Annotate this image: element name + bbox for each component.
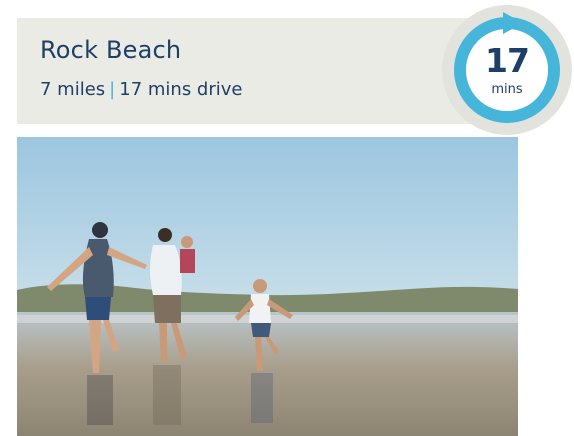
destination-title: Rock Beach	[40, 36, 182, 64]
beach-photo	[17, 137, 518, 436]
destination-subtitle: 7 miles | 17 mins drive	[40, 79, 242, 100]
drive-time-text: 17 mins drive	[119, 79, 243, 100]
badge-unit: mins	[491, 82, 523, 97]
destination-card: Rock Beach 7 miles | 17 mins drive 17 mins	[0, 0, 574, 436]
beach-family-photo	[17, 137, 518, 436]
separator: |	[109, 79, 116, 100]
badge-number: 17	[485, 41, 530, 80]
distance-text: 7 miles	[40, 79, 106, 100]
